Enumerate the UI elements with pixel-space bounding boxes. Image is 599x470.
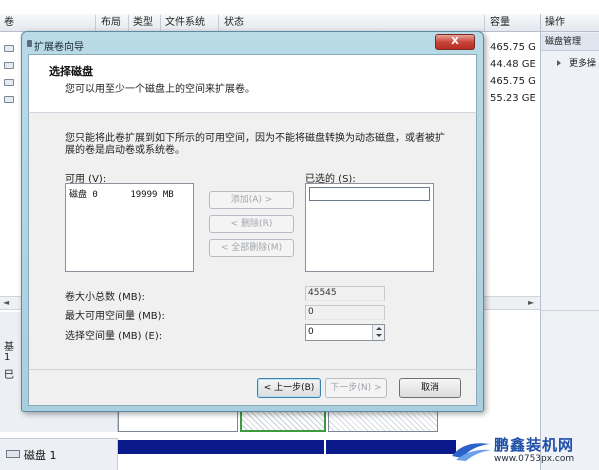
disk-strip-text: 1 xyxy=(4,352,11,363)
actions-disk-management[interactable]: 磁盘管理 xyxy=(541,33,599,51)
add-button[interactable]: 添加(A) > xyxy=(209,191,294,209)
disk-strip-text: 基 xyxy=(4,342,14,353)
column-layout[interactable]: 布局 xyxy=(101,16,121,30)
volume-capacity: 44.48 GE xyxy=(490,59,536,70)
chevron-down-icon[interactable] xyxy=(376,334,382,337)
partition-header-bar xyxy=(326,440,456,454)
column-filesystem[interactable]: 文件系统 xyxy=(165,16,205,30)
back-button[interactable]: < 上一步(B) xyxy=(257,378,321,398)
scroll-left-icon[interactable]: ◄ xyxy=(3,297,9,309)
partition-block-unallocated[interactable] xyxy=(328,410,438,432)
selected-disks-list[interactable] xyxy=(305,183,434,272)
volume-icon xyxy=(4,45,14,52)
watermark-url: www.0753px.com xyxy=(494,454,575,464)
select-space-stepper[interactable]: 0 xyxy=(305,324,385,341)
actions-header: 操作 xyxy=(541,14,599,32)
volume-icon xyxy=(4,96,14,103)
partition-block-selected[interactable] xyxy=(240,410,326,432)
total-size-label: 卷大小总数 (MB): xyxy=(65,292,145,303)
column-volume[interactable]: 卷 xyxy=(4,16,14,30)
cancel-button[interactable]: 取消 xyxy=(399,378,461,398)
selected-list-focus xyxy=(309,187,430,201)
wizard-description: 您只能将此卷扩展到如下所示的可用空间，因为不能将磁盘转换为动态磁盘，或者被扩展的… xyxy=(65,133,445,156)
volume-capacity: 465.75 G xyxy=(490,42,536,53)
close-button[interactable]: X xyxy=(435,34,475,50)
wizard-title: 扩展卷向导 xyxy=(34,42,84,53)
volume-icon xyxy=(4,79,14,86)
watermark-name: 鹏鑫装机网 xyxy=(494,436,575,454)
volume-capacity: 465.75 G xyxy=(490,76,536,87)
volume-list-header: 卷 布局 类型 文件系统 状态 容量 xyxy=(0,14,540,32)
next-button[interactable]: 下一步(N) > xyxy=(325,378,387,398)
column-type[interactable]: 类型 xyxy=(133,16,153,30)
actions-panel: 操作 磁盘管理 更多操 xyxy=(540,14,599,470)
disk-1-label[interactable]: 磁盘 1 xyxy=(0,438,118,470)
partition-header-bar xyxy=(118,440,324,454)
close-icon: X xyxy=(451,36,459,47)
volume-capacity: 55.23 GE xyxy=(490,93,536,104)
watermark-logo: 鹏鑫装机网 www.0753px.com xyxy=(450,432,599,470)
total-size-field: 45545 xyxy=(305,286,385,301)
wizard-icon xyxy=(27,40,32,47)
volume-icon xyxy=(4,62,14,69)
extend-volume-wizard: 扩展卷向导 X 选择磁盘 您可以用至少一个磁盘上的空间来扩展卷。 您只能将此卷扩… xyxy=(21,31,484,412)
max-space-label: 最大可用空间量 (MB): xyxy=(65,311,165,322)
disk-1-name: 磁盘 1 xyxy=(24,449,57,462)
partition-block[interactable] xyxy=(118,410,238,432)
column-capacity[interactable]: 容量 xyxy=(490,16,510,30)
stepper-buttons[interactable] xyxy=(372,325,384,340)
wizard-footer: < 上一步(B) 下一步(N) > 取消 xyxy=(28,369,477,406)
select-space-value[interactable]: 0 xyxy=(308,327,314,337)
remove-button[interactable]: < 删除(R) xyxy=(209,215,294,233)
disk-icon xyxy=(6,450,20,458)
column-status[interactable]: 状态 xyxy=(224,16,244,30)
select-space-label: 选择空间量 (MB) (E): xyxy=(65,331,163,342)
actions-scrollbar[interactable] xyxy=(541,310,599,324)
max-space-field: 0 xyxy=(305,305,385,320)
chevron-up-icon[interactable] xyxy=(376,327,382,330)
wizard-header: 选择磁盘 您可以用至少一个磁盘上的空间来扩展卷。 xyxy=(28,54,477,113)
arrow-right-icon xyxy=(557,60,561,66)
scroll-right-icon[interactable]: ► xyxy=(528,297,534,309)
page-title: 选择磁盘 xyxy=(49,65,93,78)
actions-more-link[interactable]: 更多操 xyxy=(569,56,596,69)
disk-strip-text: 巳 xyxy=(4,370,14,381)
page-subtitle: 您可以用至少一个磁盘上的空间来扩展卷。 xyxy=(65,84,255,95)
remove-all-button[interactable]: < 全部删除(M) xyxy=(209,239,294,257)
swoosh-icon xyxy=(452,443,492,461)
available-disks-list[interactable]: 磁盘 0 19999 MB xyxy=(65,183,194,272)
wizard-body: 您只能将此卷扩展到如下所示的可用空间，因为不能将磁盘转换为动态磁盘，或者被扩展的… xyxy=(28,113,477,369)
list-item[interactable]: 磁盘 0 19999 MB xyxy=(69,187,174,200)
